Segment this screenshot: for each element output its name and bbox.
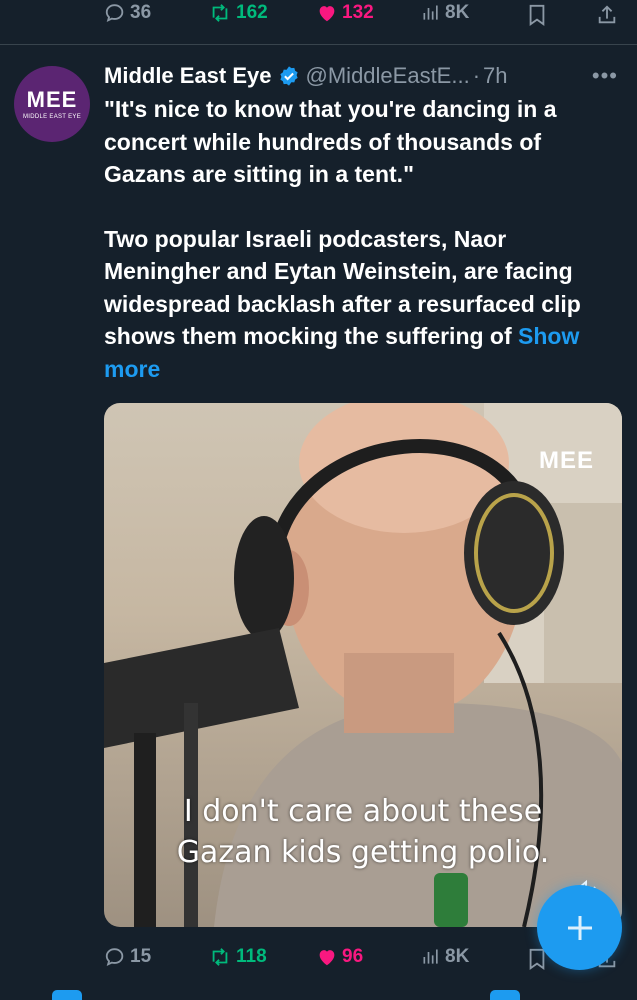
heart-icon (319, 950, 335, 966)
video-watermark: MEE (538, 447, 594, 474)
bookmark-icon (529, 4, 545, 26)
repost-button[interactable]: 118 (208, 946, 267, 968)
tweet-paragraph-2-text: Two popular Israeli podcasters, Naor Men… (104, 225, 581, 350)
tweet-paragraph-1: "It's nice to know that you're dancing i… (104, 96, 557, 187)
more-icon[interactable]: ••• (592, 63, 618, 89)
previous-tweet-actions: 36 162 132 8K (0, 0, 637, 34)
reply-button[interactable]: 15 (104, 946, 151, 968)
views-count: 8K (445, 2, 470, 23)
caption-line-2: Gazan kids getting polio. (176, 835, 550, 870)
views-count: 8K (445, 946, 470, 967)
nav-indicator-right (490, 990, 520, 1000)
heart-icon (319, 6, 335, 22)
nav-indicator-left (52, 990, 82, 1000)
author-handle[interactable]: @MiddleEastE... (306, 63, 470, 89)
tweet-header: Middle East Eye @MiddleEastE... · 7h ••• (104, 60, 624, 92)
avatar-logo: MEE (26, 86, 78, 112)
repost-count: 162 (236, 2, 268, 23)
bookmark-button[interactable] (527, 4, 547, 26)
views-icon (423, 949, 438, 964)
avatar[interactable]: MEE MIDDLE EAST EYE (14, 66, 90, 142)
author-name[interactable]: Middle East Eye (104, 63, 272, 89)
tweet-time[interactable]: 7h (483, 63, 507, 89)
reply-button[interactable]: 36 (104, 2, 151, 24)
verified-icon (278, 65, 300, 87)
tweet-paragraph-2: Two popular Israeli podcasters, Naor Men… (104, 223, 614, 386)
tweet-divider (0, 44, 637, 45)
repost-icon (212, 948, 228, 966)
avatar-subtitle: MIDDLE EAST EYE (22, 113, 82, 120)
like-button[interactable]: 96 (316, 946, 363, 968)
separator-dot: · (472, 63, 481, 88)
reply-count: 36 (130, 2, 152, 23)
repost-icon (212, 4, 228, 22)
like-count: 132 (342, 2, 374, 23)
repost-button[interactable]: 162 (208, 2, 268, 24)
share-icon (598, 5, 616, 24)
reply-icon (105, 948, 124, 967)
compose-button[interactable] (537, 885, 622, 970)
views-icon (423, 5, 438, 20)
repost-count: 118 (236, 946, 267, 967)
views-button[interactable]: 8K (421, 2, 469, 24)
reply-icon (105, 4, 124, 23)
video-caption: I don't care about these Gazan kids gett… (104, 791, 622, 873)
views-button[interactable]: 8K (421, 946, 469, 968)
share-button[interactable] (596, 4, 618, 26)
like-button[interactable]: 132 (316, 2, 374, 24)
tweet-video[interactable]: MEE I don't care about these Gazan kids … (104, 403, 622, 927)
tweet-text: "It's nice to know that you're dancing i… (104, 93, 614, 385)
like-count: 96 (342, 946, 364, 967)
compose-icon (567, 915, 592, 940)
caption-line-1: I don't care about these (183, 794, 543, 829)
reply-count: 15 (130, 946, 152, 967)
